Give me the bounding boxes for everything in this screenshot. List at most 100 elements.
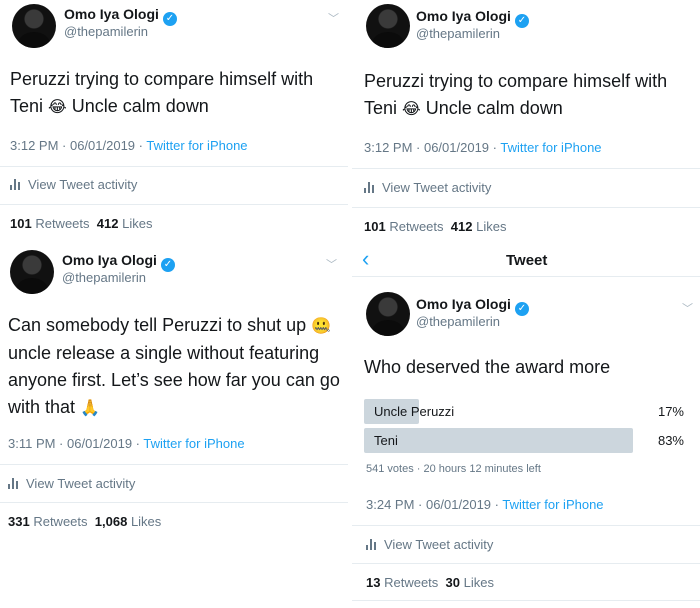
view-tweet-activity-link[interactable]: View Tweet activity: [366, 537, 493, 552]
source-link[interactable]: Twitter for iPhone: [502, 497, 603, 512]
tweet-text-line: anyone first. Let’s see how far you can …: [8, 370, 340, 390]
nav-divider: [352, 276, 700, 277]
tweet-text: Peruzzi trying to compare himself with T…: [364, 68, 700, 123]
tweet-text-fragment: Uncle calm down: [71, 96, 209, 116]
tweet-card-2: Omo Iya Ologi ✓ @thepamilerin Peruzzi try…: [352, 0, 700, 246]
author-name[interactable]: Omo Iya Ologi ✓: [416, 8, 529, 28]
tweet-timestamp: 3:12 PM · 06/01/2019 · Twitter for iPhon…: [364, 140, 602, 155]
tweet-text-fragment: Teni: [10, 96, 44, 116]
tweet-card-1: Omo Iya Ologi ✓ @thepamilerin ﹀ Peruzzi t…: [0, 0, 348, 246]
author-name-text: Omo Iya Ologi: [416, 296, 511, 312]
verified-icon: ✓: [514, 302, 529, 316]
view-tweet-activity-link[interactable]: View Tweet activity: [10, 177, 137, 192]
avatar[interactable]: [366, 292, 410, 336]
tears-of-joy-emoji-icon: 😂: [48, 99, 67, 116]
divider: [352, 168, 700, 169]
like-count[interactable]: 30: [446, 575, 460, 590]
divider: [352, 207, 700, 208]
nav-title: Tweet: [506, 252, 548, 269]
engagement-stats: 13 Retweets 30 Likes: [366, 575, 494, 590]
tweet-text: Can somebody tell Peruzzi to shut up 🤐 u…: [8, 312, 346, 422]
likes-label[interactable]: Likes: [476, 219, 506, 234]
tweet-detail-screen: ‹ Tweet Omo Iya Ologi ✓ @thepamilerin ﹀ W…: [352, 246, 700, 608]
author-handle[interactable]: @thepamilerin: [62, 270, 146, 285]
source-link[interactable]: Twitter for iPhone: [500, 140, 601, 155]
divider: [352, 600, 700, 601]
likes-label[interactable]: Likes: [464, 575, 494, 590]
tweet-text-line: Can somebody tell Peruzzi to shut up 🤐: [8, 312, 346, 340]
tweet-text-line: Teni 😂 Uncle calm down: [364, 95, 700, 123]
poll-option-teni: Teni 83%: [364, 428, 688, 453]
folded-hands-emoji-icon: 🙏: [80, 400, 100, 417]
retweet-count[interactable]: 101: [364, 219, 386, 234]
tweet-text-line: Teni 😂 Uncle calm down: [10, 93, 346, 121]
retweets-label[interactable]: Retweets: [33, 514, 87, 529]
author-name-text: Omo Iya Ologi: [62, 252, 157, 268]
tweet-text-line: Peruzzi trying to compare himself with: [364, 71, 668, 91]
retweets-label[interactable]: Retweets: [384, 575, 438, 590]
author-handle[interactable]: @thepamilerin: [416, 26, 500, 41]
activity-label: View Tweet activity: [26, 476, 136, 491]
zipper-mouth-emoji-icon: 🤐: [311, 318, 332, 335]
divider: [0, 204, 348, 205]
author-name-text: Omo Iya Ologi: [416, 8, 511, 24]
timestamp-text: 3:24 PM · 06/01/2019 ·: [366, 497, 499, 512]
like-count[interactable]: 412: [451, 219, 473, 234]
author-name-text: Omo Iya Ologi: [64, 6, 159, 22]
tweet-text-fragment: Uncle calm down: [425, 98, 563, 118]
chevron-down-icon[interactable]: ﹀: [682, 300, 693, 316]
tweet-timestamp: 3:11 PM · 06/01/2019 · Twitter for iPhon…: [8, 436, 245, 451]
chevron-down-icon[interactable]: ﹀: [326, 256, 337, 272]
likes-label[interactable]: Likes: [122, 216, 152, 231]
author-name[interactable]: Omo Iya Ologi ✓: [416, 296, 529, 316]
timestamp-text: 3:11 PM · 06/01/2019 ·: [8, 436, 141, 451]
view-tweet-activity-link[interactable]: View Tweet activity: [8, 476, 135, 491]
retweet-count[interactable]: 13: [366, 575, 380, 590]
author-name[interactable]: Omo Iya Ologi ✓: [64, 6, 177, 26]
source-link[interactable]: Twitter for iPhone: [143, 436, 244, 451]
like-count[interactable]: 1,068: [95, 514, 128, 529]
tweet-text-fragment: with that: [8, 397, 76, 417]
poll-option-label: Teni: [374, 433, 398, 448]
bar-chart-icon: [8, 478, 20, 489]
source-link[interactable]: Twitter for iPhone: [146, 138, 247, 153]
retweet-count[interactable]: 331: [8, 514, 30, 529]
view-tweet-activity-link[interactable]: View Tweet activity: [364, 180, 491, 195]
poll-option-label: Uncle Peruzzi: [374, 404, 455, 419]
like-count[interactable]: 412: [97, 216, 119, 231]
author-handle[interactable]: @thepamilerin: [64, 24, 148, 39]
tweet-text-fragment: Can somebody tell Peruzzi to shut up: [8, 315, 307, 335]
tweet-text: Who deserved the award more: [364, 357, 611, 377]
author-name[interactable]: Omo Iya Ologi ✓: [62, 252, 175, 272]
retweet-count[interactable]: 101: [10, 216, 32, 231]
divider: [0, 166, 348, 167]
tweet-timestamp: 3:12 PM · 06/01/2019 · Twitter for iPhon…: [10, 138, 248, 153]
activity-label: View Tweet activity: [382, 180, 492, 195]
chevron-down-icon[interactable]: ﹀: [328, 10, 339, 26]
activity-label: View Tweet activity: [28, 177, 138, 192]
activity-label: View Tweet activity: [384, 537, 494, 552]
author-handle[interactable]: @thepamilerin: [416, 314, 500, 329]
verified-icon: ✓: [160, 258, 175, 272]
bar-chart-icon: [10, 179, 22, 190]
avatar[interactable]: [10, 250, 54, 294]
tweet-text-line: Peruzzi trying to compare himself with: [10, 69, 314, 89]
tweet-timestamp: 3:24 PM · 06/01/2019 · Twitter for iPhon…: [366, 497, 604, 512]
divider: [0, 464, 348, 465]
avatar[interactable]: [12, 4, 56, 48]
tweet-card-3: Omo Iya Ologi ✓ @thepamilerin ﹀ Can someb…: [0, 246, 348, 608]
poll-bar: [364, 428, 633, 453]
poll-option-percent: 83%: [657, 433, 684, 448]
retweets-label[interactable]: Retweets: [35, 216, 89, 231]
tweet-text-fragment: Teni: [364, 98, 398, 118]
tweet-text: Peruzzi trying to compare himself with T…: [10, 66, 346, 121]
divider: [0, 502, 348, 503]
retweets-label[interactable]: Retweets: [389, 219, 443, 234]
back-chevron-icon[interactable]: ‹: [362, 246, 369, 272]
poll-option-uncle-peruzzi: Uncle Peruzzi 17%: [364, 399, 688, 424]
likes-label[interactable]: Likes: [131, 514, 161, 529]
tweet-text-line: uncle release a single without featuring: [8, 343, 320, 363]
verified-icon: ✓: [514, 14, 529, 28]
avatar[interactable]: [366, 4, 410, 48]
tweet-text-line: with that 🙏: [8, 394, 346, 422]
